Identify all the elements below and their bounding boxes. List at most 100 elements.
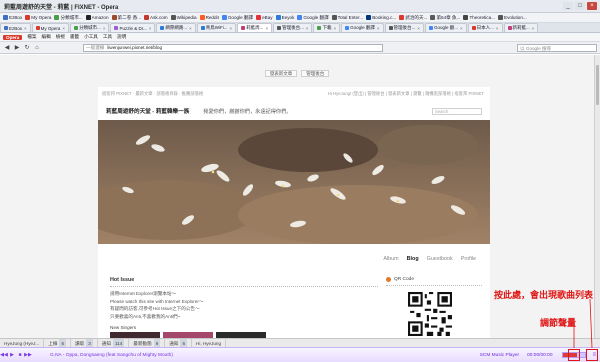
close-tab-icon[interactable]: × (377, 26, 380, 31)
tab-label: 日本人... (476, 25, 494, 30)
minimize-button[interactable]: _ (563, 2, 573, 10)
favicon-icon (221, 15, 227, 20)
browser-tab[interactable]: 新莉藍... × (503, 23, 539, 32)
status-segment[interactable]: 上線 6 (44, 339, 71, 347)
menu-item[interactable]: 檢視 (56, 34, 65, 40)
bookmark-item[interactable]: 第二卷 香... (111, 15, 141, 21)
browser-tab[interactable]: EzBox × (0, 23, 31, 32)
forward-icon[interactable]: ▶ (13, 44, 21, 52)
menu-item[interactable]: 說明 (117, 34, 126, 40)
close-tab-icon[interactable]: × (496, 26, 499, 31)
bookmark-item[interactable]: Theoretica... (463, 15, 495, 20)
reload-icon[interactable]: ↻ (23, 44, 31, 52)
tab-strip: EzBox × My Opera × 分類城市... × Puzzle & Dr... × 網際… (0, 23, 600, 33)
bookmark-item[interactable]: eBay (256, 15, 273, 20)
back-icon[interactable]: ◀ (3, 44, 11, 52)
blog-nav-item[interactable]: Guestbook (422, 254, 457, 264)
close-tab-icon[interactable]: × (460, 26, 463, 31)
bookmark-label: Booking.c... (372, 15, 397, 20)
maximize-button[interactable]: □ (575, 2, 585, 10)
menu-item[interactable]: Opera (3, 34, 23, 40)
browser-tab[interactable]: 下載 × (313, 23, 341, 32)
close-tab-icon[interactable]: × (103, 26, 106, 31)
vertical-scrollbar[interactable] (594, 55, 600, 338)
blog-title[interactable]: 莉藍周遊舒的天堂 - 莉藍韓樂一族 (106, 107, 189, 115)
bookmark-item[interactable]: Google 翻譯 (297, 15, 329, 21)
close-tab-icon[interactable]: × (532, 26, 535, 31)
previous-icon[interactable]: ◀◀ (0, 352, 8, 358)
bookmark-item[interactable]: Booking.c... (366, 15, 396, 20)
blog-nav: Album Blog Guestbook Profile (379, 254, 480, 264)
admin-button[interactable]: 管理後台 (301, 70, 330, 77)
browser-tab[interactable]: 網際網路... × (156, 23, 196, 32)
close-tab-icon[interactable]: × (62, 26, 65, 31)
play-icon[interactable]: ▶ (8, 352, 16, 358)
menu-item[interactable]: 工具 (103, 34, 112, 40)
bookmark-item[interactable]: Eeyok (275, 15, 294, 20)
bookmark-item[interactable]: Ask.com (144, 15, 168, 20)
browser-tab[interactable]: 日本人... × (467, 23, 503, 32)
status-label: 通知 (169, 340, 179, 346)
blog-nav-item[interactable]: Blog (402, 254, 423, 264)
bookmark-item[interactable]: 武治的天... (399, 15, 427, 21)
blog-nav-item[interactable]: Profile (456, 254, 480, 264)
close-button[interactable]: × (587, 2, 597, 10)
qr-code-title: QR Code (394, 277, 414, 282)
status-segment[interactable]: 最新動態 6 (129, 339, 166, 347)
bookmark-item[interactable]: Google 翻譯 (221, 15, 253, 21)
status-segment[interactable]: Hi, HyeJung (192, 339, 227, 347)
search-input[interactable]: 以 Google 搜尋 (517, 43, 597, 52)
bookmark-item[interactable]: 分類城市... (54, 15, 83, 21)
close-tab-icon[interactable]: × (333, 26, 336, 31)
bookmark-item[interactable]: Amazon (85, 15, 109, 20)
close-tab-icon[interactable]: × (24, 26, 27, 31)
menu-item[interactable]: 編輯 (41, 34, 50, 40)
close-tab-icon[interactable]: × (306, 26, 309, 31)
menu-item[interactable]: 檔案 (27, 34, 36, 40)
bookmark-label: Wikipedia (176, 15, 197, 20)
hot-issue-line: 有疑問的訪客,可參考Hot Issue之下的公告～ (110, 306, 200, 311)
close-tab-icon[interactable]: × (189, 26, 192, 31)
browser-tab[interactable]: 管理後台... × (384, 23, 424, 32)
blog-nav-item[interactable]: Album (379, 254, 403, 264)
util-links-left[interactable]: 痞客邦 PIXNET · 最新文章 · 部落格目錄 · 推薦部落格 (102, 91, 203, 97)
status-segment[interactable]: 讀取 3 (71, 339, 98, 347)
home-icon[interactable]: ⌂ (33, 44, 41, 52)
browser-tab[interactable]: 青鳥WiFi... × (196, 23, 237, 32)
tab-label: My Opera (40, 25, 61, 31)
bookmark-item[interactable]: EzBox (3, 15, 22, 20)
close-tab-icon[interactable]: × (149, 26, 152, 31)
util-links-right[interactable]: Hi HyeJung! (登出) | 管理後台 | 發表新文章 | 瀏覽 | 隨… (328, 91, 484, 97)
stop-icon[interactable]: ■ (16, 352, 24, 358)
bookmark-item[interactable]: Wikipedia (170, 15, 197, 20)
close-tab-icon[interactable]: × (417, 26, 420, 31)
status-segment[interactable]: HyeJung (HyeJ... (0, 339, 45, 347)
bookmark-item[interactable]: Evolution... (498, 15, 527, 20)
favicon-icon (275, 15, 281, 20)
browser-tab[interactable]: Puzzle & Dr... × (110, 23, 156, 32)
next-icon[interactable]: ▶▶ (24, 352, 32, 358)
menu-item[interactable]: 小工具 (84, 34, 98, 40)
browser-tab[interactable]: 管理後台... × (273, 23, 313, 32)
favicon-icon (114, 26, 119, 30)
favicon-icon (331, 15, 337, 20)
bookmark-item[interactable]: My Opera (25, 15, 51, 20)
qr-code-heading: QR Code (386, 277, 482, 286)
status-segment[interactable]: 通知 114 (98, 339, 130, 347)
close-tab-icon[interactable]: × (265, 26, 268, 31)
bookmark-item[interactable]: Total Enter... (331, 15, 363, 20)
bookmark-item[interactable]: Reddit (199, 15, 219, 20)
browser-tab[interactable]: 分類城市... × (70, 23, 110, 32)
menu-item[interactable]: 書籤 (70, 34, 79, 40)
new-post-button[interactable]: 發表新文章 (264, 70, 298, 77)
bookmark-item[interactable]: 第64章 魚... (430, 15, 460, 21)
favicon-icon (297, 15, 303, 20)
close-tab-icon[interactable]: × (230, 26, 233, 31)
address-field[interactable]: 一般連線 liwenjunwei.pixnet.net/blog (83, 43, 383, 52)
status-segment[interactable]: 通知 6 (165, 339, 193, 347)
browser-tab[interactable]: My Opera × (31, 23, 70, 32)
browser-tab[interactable]: Google 翻譯 × (341, 23, 384, 32)
browser-tab[interactable]: 莉藍周... × (237, 23, 273, 32)
blog-search-input[interactable]: Search (432, 107, 482, 115)
browser-tab[interactable]: Google 翻... × (424, 23, 467, 32)
